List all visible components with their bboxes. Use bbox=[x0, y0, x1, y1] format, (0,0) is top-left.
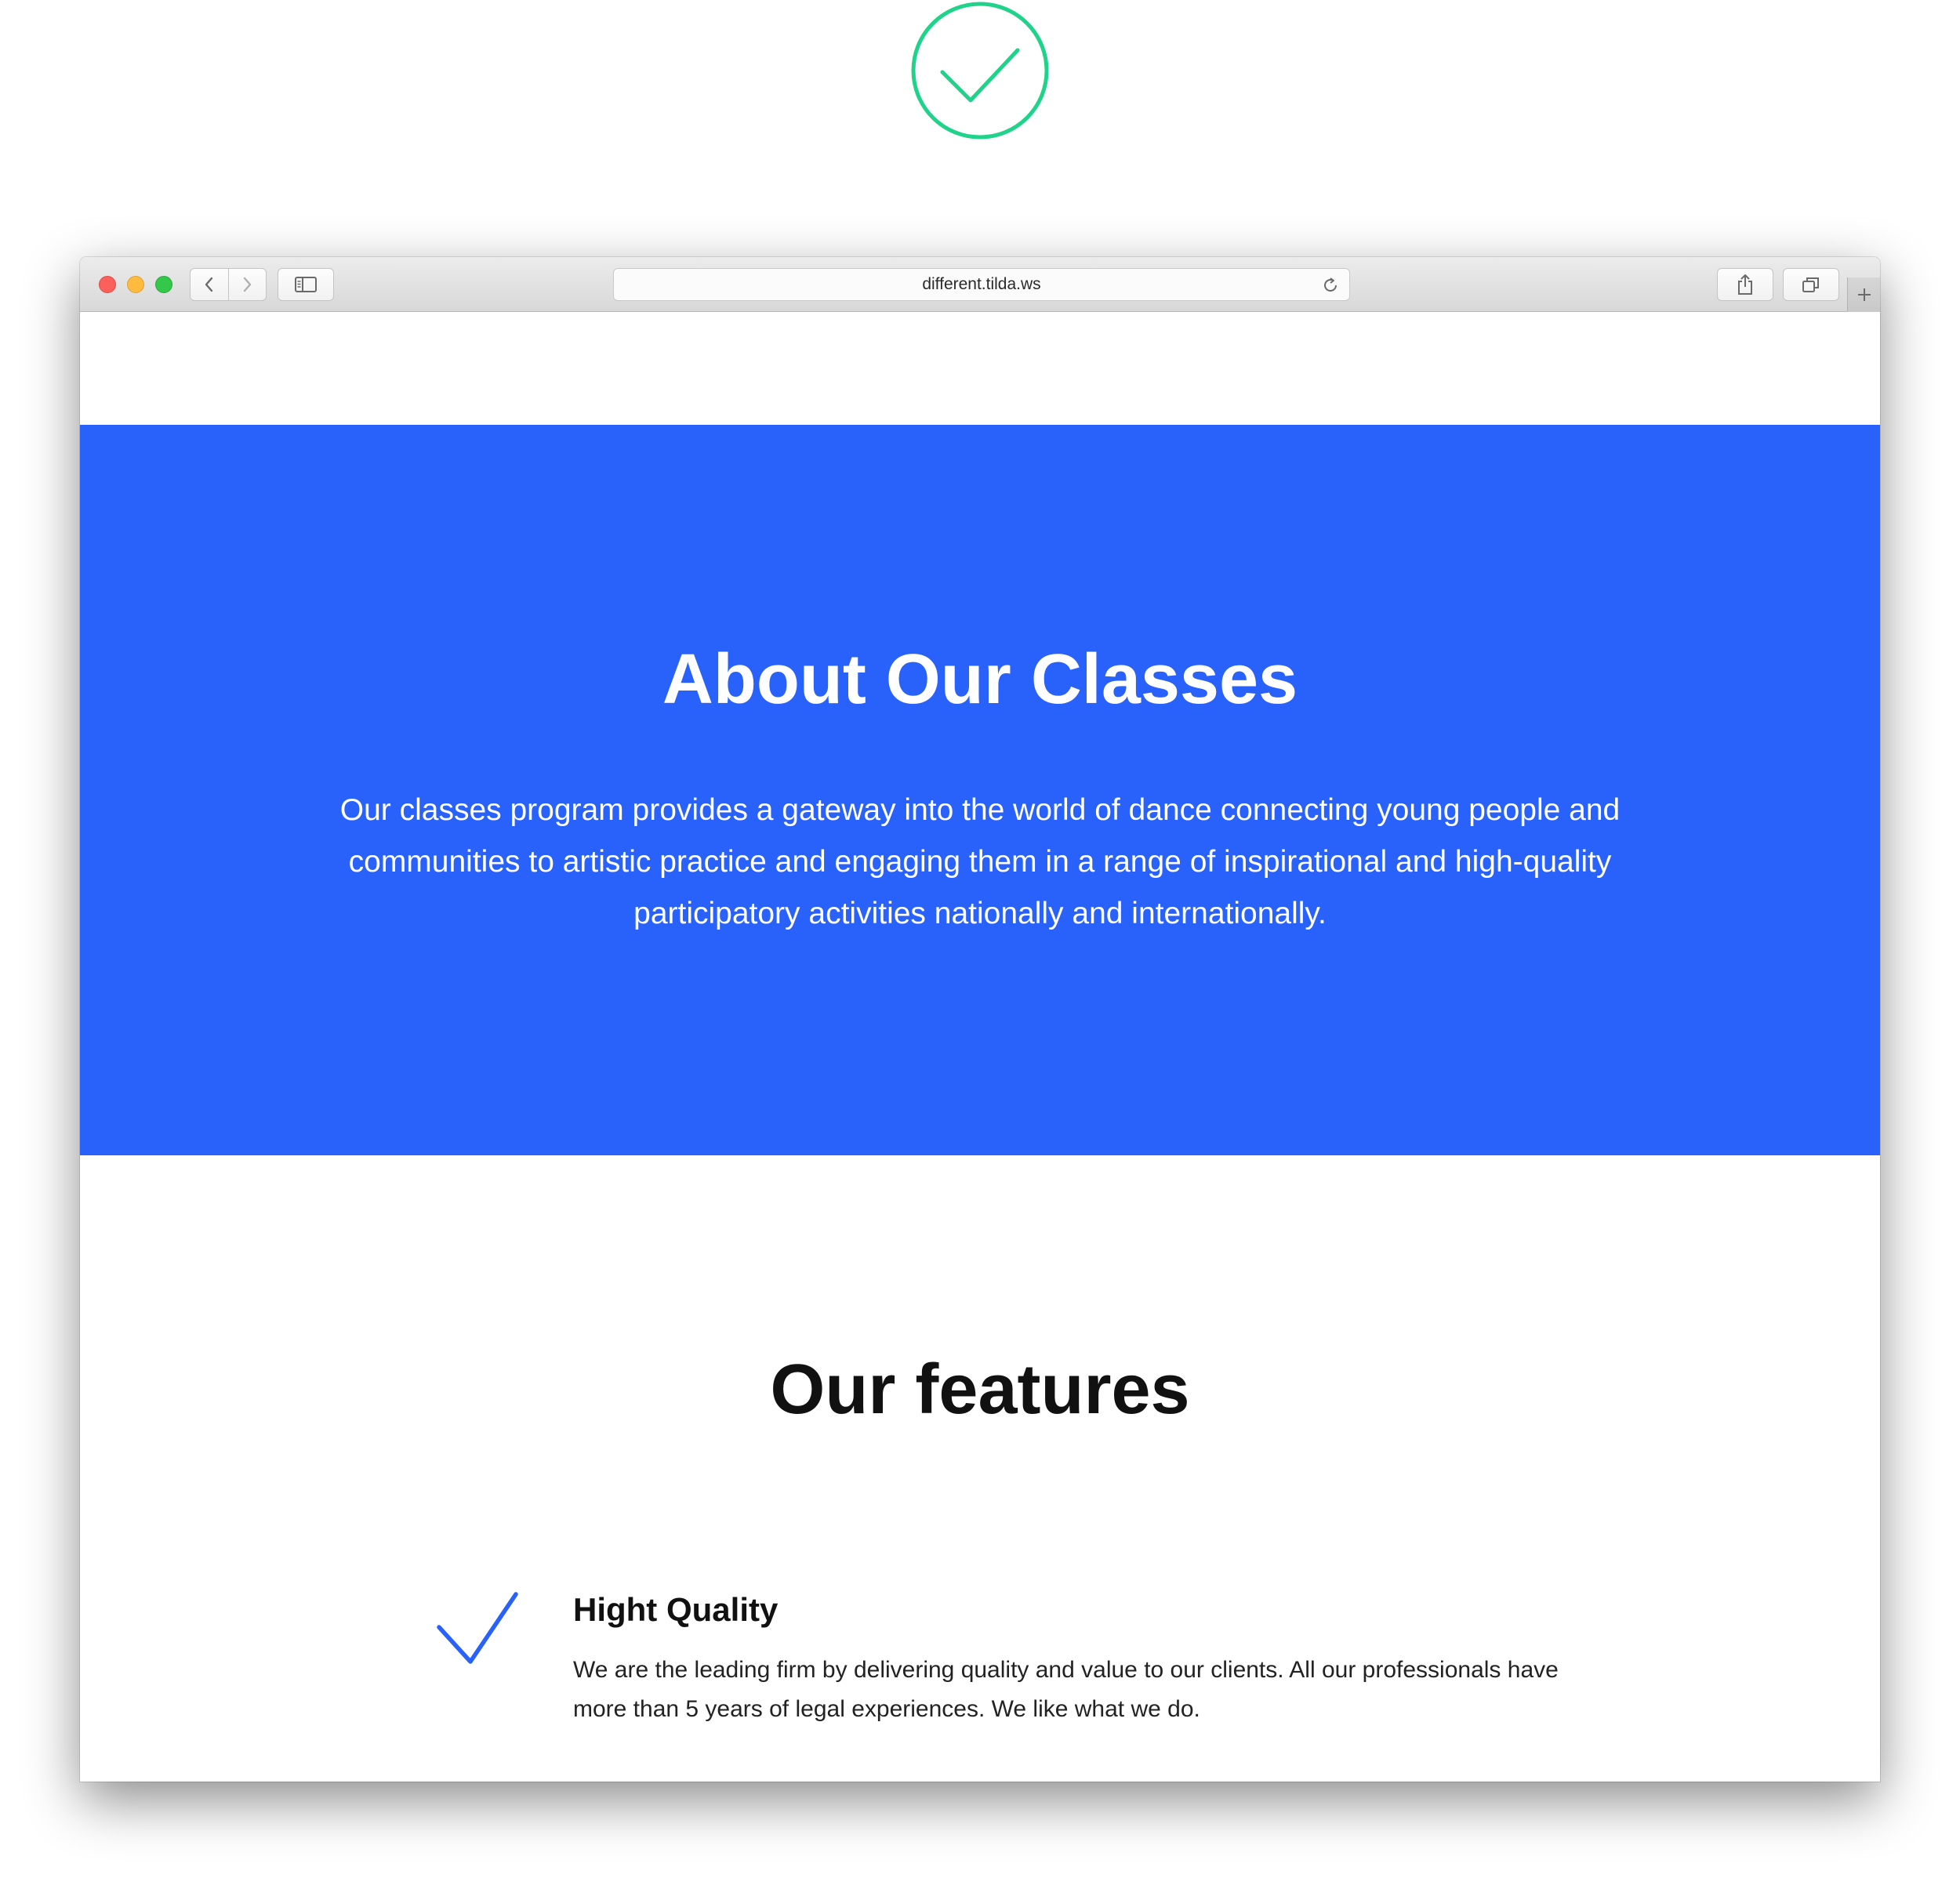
about-description-line: Our classes program provides a gateway i… bbox=[339, 793, 1621, 827]
tabs-overview-icon bbox=[1802, 277, 1819, 292]
plus-icon bbox=[1857, 288, 1871, 301]
about-section: About Our Classes Our classes program pr… bbox=[80, 425, 1880, 1155]
maximize-window-button[interactable] bbox=[155, 276, 172, 293]
feature-description: We are the leading firm by delivering qu… bbox=[573, 1651, 1577, 1729]
about-description-line: communities to artistic practice and eng… bbox=[348, 845, 1612, 879]
new-tab-button[interactable] bbox=[1847, 277, 1880, 312]
screenshot-stage: different.tilda.ws About Our Classes Our… bbox=[0, 0, 1960, 1896]
feature-description-line: We are the leading firm by delivering qu… bbox=[573, 1657, 1559, 1683]
about-title: About Our Classes bbox=[662, 640, 1298, 719]
about-description-line: participatory activities nationally and … bbox=[633, 897, 1327, 930]
feature-description-line: more than 5 years of legal experiences. … bbox=[573, 1696, 1200, 1722]
chevron-right-icon bbox=[244, 277, 252, 292]
address-bar[interactable]: different.tilda.ws bbox=[613, 268, 1350, 301]
close-window-button[interactable] bbox=[99, 276, 116, 293]
share-icon bbox=[1738, 274, 1752, 295]
chevron-left-icon bbox=[205, 277, 212, 292]
browser-window: different.tilda.ws About Our Classes Our… bbox=[80, 257, 1880, 1782]
sidebar-icon bbox=[295, 277, 317, 292]
back-button[interactable] bbox=[191, 269, 228, 300]
browser-toolbar: different.tilda.ws bbox=[80, 257, 1880, 312]
checkmark-circle-icon bbox=[911, 2, 1049, 140]
sidebar-button[interactable] bbox=[278, 268, 334, 301]
address-text: different.tilda.ws bbox=[922, 275, 1041, 293]
navigation-buttons bbox=[190, 268, 267, 301]
tabs-overview-button[interactable] bbox=[1783, 268, 1839, 301]
feature-title: Hight Quality bbox=[573, 1591, 779, 1628]
about-description: Our classes program provides a gateway i… bbox=[331, 785, 1629, 940]
features-title: Our features bbox=[770, 1350, 1190, 1429]
forward-button[interactable] bbox=[227, 269, 267, 300]
reload-icon[interactable] bbox=[1321, 276, 1340, 295]
minimize-window-button[interactable] bbox=[127, 276, 144, 293]
share-button[interactable] bbox=[1717, 268, 1773, 301]
checkmark-icon bbox=[437, 1592, 518, 1664]
web-page: About Our Classes Our classes program pr… bbox=[80, 312, 1880, 1782]
